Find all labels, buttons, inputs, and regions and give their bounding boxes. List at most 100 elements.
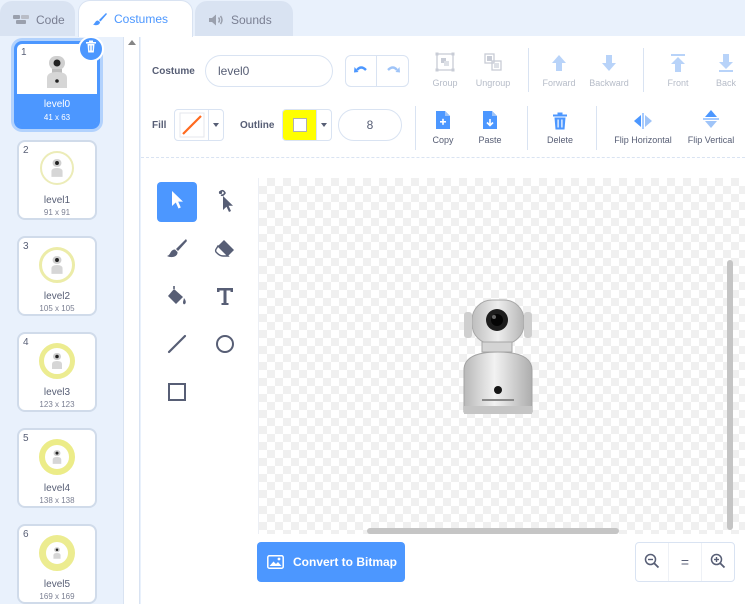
fill-color-picker[interactable] (174, 109, 224, 141)
outline-label: Outline (240, 120, 275, 131)
costume-thumbnail (39, 439, 75, 475)
code-icon (13, 13, 31, 27)
costume-thumbnail (39, 535, 75, 571)
ungroup-button[interactable]: Ungroup (466, 51, 520, 88)
convert-to-bitmap-button[interactable]: Convert to Bitmap (257, 542, 405, 582)
zoom-controls: = (635, 542, 735, 582)
toolbar-divider (528, 48, 529, 92)
costume-number: 1 (21, 47, 27, 58)
group-button[interactable]: Group (418, 51, 472, 88)
delete-button[interactable]: Delete (533, 108, 587, 145)
zoom-out-button[interactable] (636, 543, 668, 581)
editor-toolbar-bottom: Fill Outline 8 Copy Paste Delete Flip Ho… (141, 106, 745, 158)
copy-label: Copy (432, 135, 454, 145)
front-arrow-icon (668, 53, 688, 75)
costume-item[interactable]: 5 level4 138 x 138 (17, 428, 97, 508)
costume-item[interactable]: 2 level1 91 x 91 (17, 140, 97, 220)
backward-arrow-icon (600, 53, 618, 75)
costume-name-input[interactable] (205, 55, 333, 87)
chevron-down-icon (209, 110, 223, 140)
forward-button[interactable]: Forward (532, 51, 586, 88)
costume-size: 138 x 138 (39, 496, 75, 505)
canvas-horizontal-scrollbar[interactable] (367, 528, 619, 534)
tab-costumes[interactable]: Costumes (78, 0, 193, 37)
flip-horizontal-label: Flip Horizontal (614, 135, 672, 145)
costume-thumbnail (39, 247, 75, 283)
costume-name: level4 (43, 483, 71, 494)
zoom-reset-button[interactable]: = (668, 543, 701, 581)
text-tool-button[interactable] (205, 278, 245, 318)
group-icon (434, 51, 456, 75)
front-button[interactable]: Front (651, 51, 705, 88)
tab-sounds-label: Sounds (231, 12, 272, 27)
outline-color-picker[interactable] (282, 109, 332, 141)
circle-icon (215, 334, 235, 359)
line-tool-button[interactable] (157, 326, 197, 366)
canvas-vertical-scrollbar[interactable] (727, 260, 733, 530)
trash-icon (552, 112, 568, 132)
tab-code[interactable]: Code (0, 1, 75, 37)
paint-editor: Costume Group Ungroup Forward Backward (141, 36, 745, 604)
flip-vertical-button[interactable]: Flip Vertical (681, 108, 741, 145)
costume-number: 5 (23, 433, 29, 444)
paste-button[interactable]: Paste (463, 108, 517, 145)
costume-number: 2 (23, 145, 29, 156)
rectangle-tool-button[interactable] (157, 374, 197, 414)
flip-horizontal-button[interactable]: Flip Horizontal (606, 108, 680, 145)
undo-button[interactable] (346, 56, 378, 86)
editor-tabs: Code Costumes Sounds (0, 0, 745, 37)
zoom-in-icon (710, 553, 726, 572)
toolbar-divider (527, 106, 528, 150)
costume-item[interactable]: 6 level5 169 x 169 (17, 524, 97, 604)
rectangle-icon (167, 382, 187, 407)
costume-item[interactable]: 4 level3 123 x 123 (17, 332, 97, 412)
costume-size: 105 x 105 (39, 304, 75, 313)
fill-swatch (175, 110, 209, 140)
back-button[interactable]: Back (699, 51, 745, 88)
brush-icon (91, 12, 109, 26)
forward-label: Forward (542, 78, 576, 88)
drawing-canvas[interactable] (258, 178, 745, 534)
eraser-tool-button[interactable] (205, 230, 245, 270)
costume-list-scrollbar[interactable] (124, 36, 140, 604)
group-label: Group (432, 78, 458, 88)
back-label: Back (715, 78, 736, 88)
paste-label: Paste (478, 135, 502, 145)
backward-label: Backward (589, 78, 629, 88)
undo-icon (353, 62, 369, 80)
speaker-icon (208, 13, 226, 27)
reshape-tool-button[interactable] (205, 182, 245, 222)
tab-costumes-label: Costumes (114, 12, 169, 26)
outline-width-input[interactable]: 8 (338, 109, 402, 141)
costume-thumbnail (37, 52, 77, 92)
eraser-icon (214, 238, 236, 263)
costume-name: level2 (43, 291, 71, 302)
zoom-reset-label: = (680, 554, 690, 570)
select-tool-button[interactable] (157, 182, 197, 222)
redo-icon (385, 62, 401, 80)
copy-button[interactable]: Copy (416, 108, 470, 145)
flip-horizontal-icon (632, 112, 654, 132)
tab-sounds[interactable]: Sounds (195, 1, 293, 37)
costume-label: Costume (152, 66, 195, 77)
costume-number: 3 (23, 241, 29, 252)
fill-label: Fill (152, 120, 167, 131)
fill-tool-button[interactable] (157, 278, 197, 318)
costume-size: 123 x 123 (39, 400, 75, 409)
costume-thumbnail (40, 151, 74, 185)
backward-button[interactable]: Backward (582, 51, 636, 88)
text-icon (215, 286, 235, 311)
redo-button[interactable] (377, 56, 408, 86)
zoom-in-button[interactable] (701, 543, 734, 581)
arrow-cursor-icon (170, 190, 184, 215)
zoom-out-icon (644, 553, 660, 572)
scroll-up-arrow-icon[interactable] (128, 40, 136, 45)
costume-item[interactable]: 3 level2 105 x 105 (17, 236, 97, 316)
flip-vertical-label: Flip Vertical (687, 135, 735, 145)
delete-costume-button[interactable] (78, 36, 104, 62)
circle-tool-button[interactable] (205, 326, 245, 366)
convert-to-bitmap-label: Convert to Bitmap (293, 555, 398, 569)
costume-number: 4 (23, 337, 29, 348)
brush-tool-button[interactable] (157, 230, 197, 270)
line-icon (167, 334, 187, 359)
